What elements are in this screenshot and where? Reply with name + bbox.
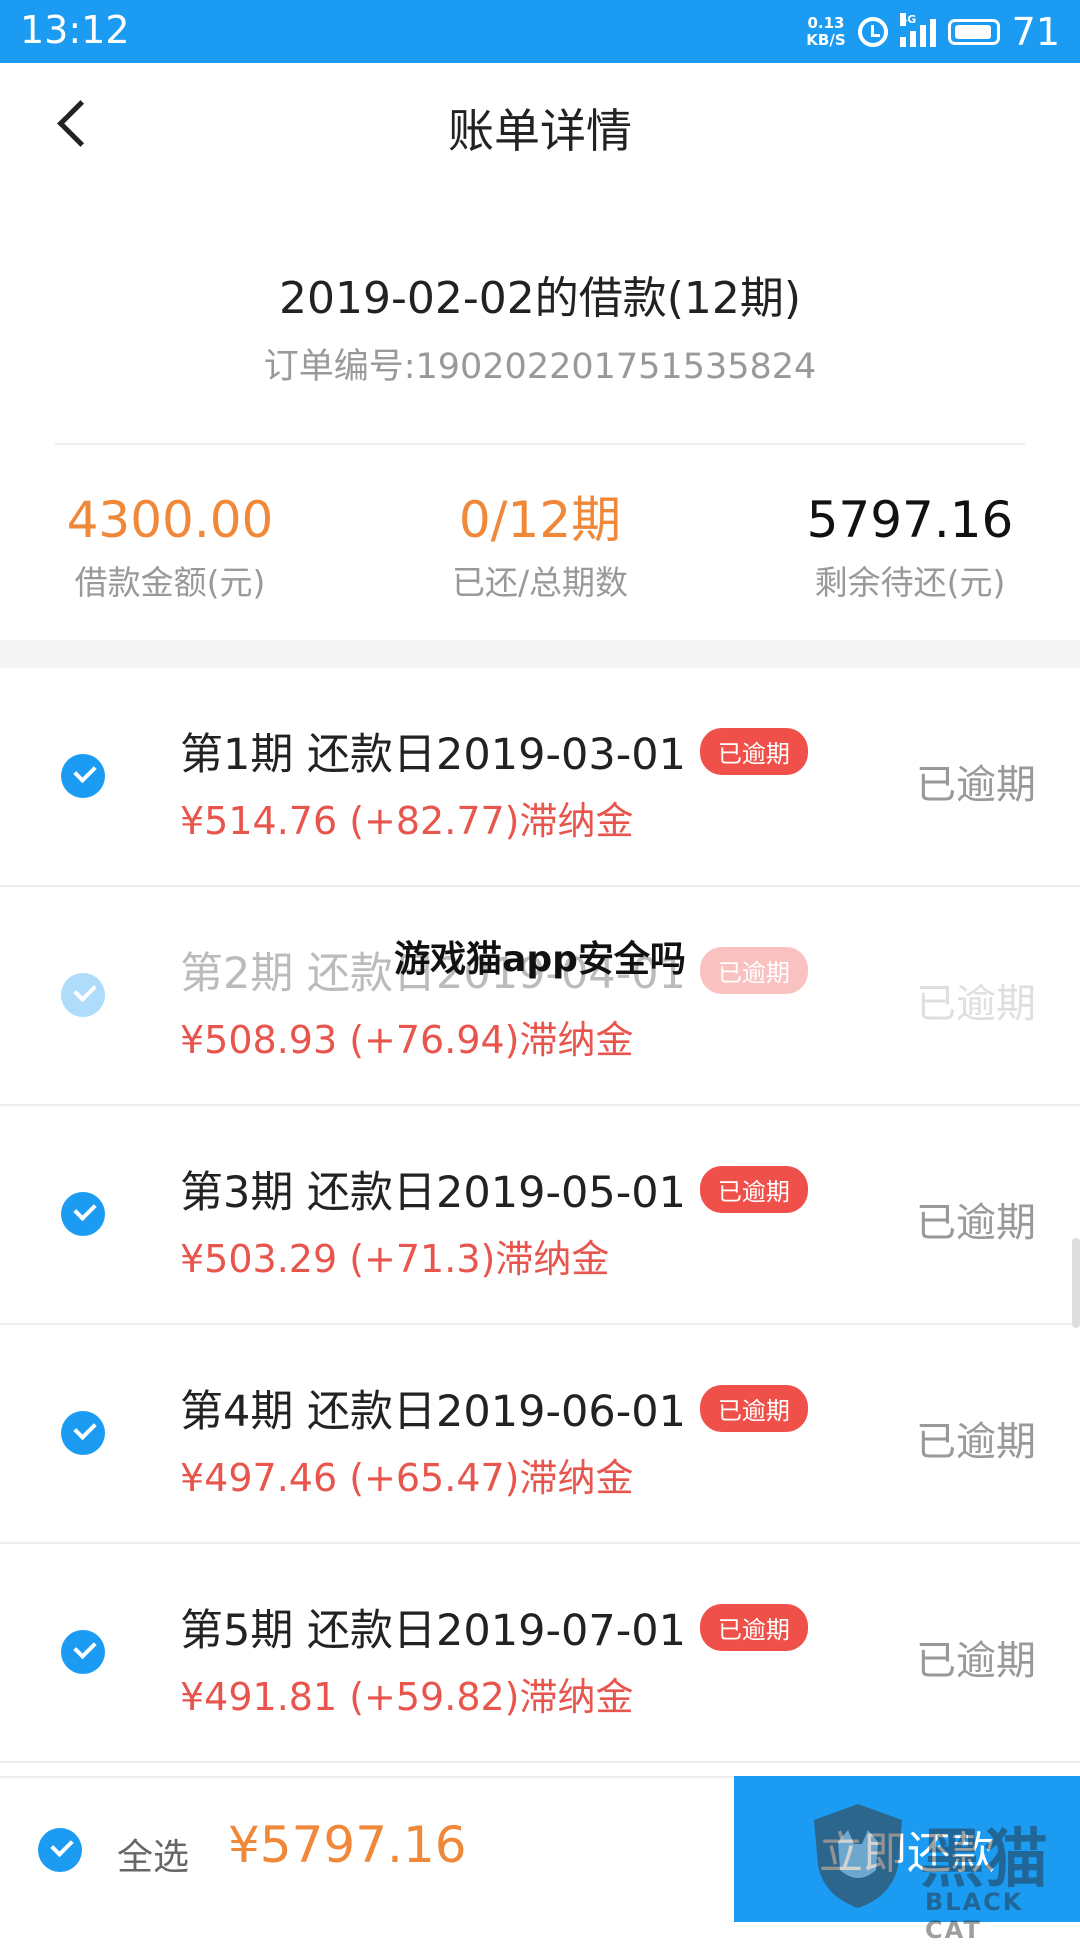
stat-value: 0/12期 xyxy=(458,491,622,549)
watermark-en: BLACK CAT xyxy=(925,1888,1024,1944)
overdue-badge: 已逾期 xyxy=(699,727,808,775)
installment-amount: ¥514.76 (+82.77)滞纳金 xyxy=(180,799,634,843)
loan-title: 2019-02-02的借款(12期) xyxy=(278,273,802,324)
stat-value: 4300.00 xyxy=(66,491,274,549)
black-cat-shield-logo xyxy=(814,1804,902,1908)
battery-level: 71 xyxy=(1011,10,1060,54)
stat-remaining: 5797.16 剩余待还(元) xyxy=(730,490,1080,604)
select-all-label[interactable]: 全选 xyxy=(117,1828,189,1880)
battery-icon xyxy=(947,19,1000,45)
checkbox-checked-icon[interactable] xyxy=(61,1630,105,1674)
stat-label: 借款金额(元) xyxy=(74,563,266,602)
select-all-checkbox-icon[interactable] xyxy=(38,1828,82,1872)
bottom-bar: 全选 ¥5797.16 立即还款 xyxy=(0,1776,1080,1922)
signal-icon: 4G xyxy=(899,13,936,47)
stat-periods: 0/12期 已还/总期数 xyxy=(360,490,720,604)
installment-status: 已逾期 xyxy=(916,1419,1036,1465)
alarm-icon xyxy=(857,17,888,47)
status-bar: 13:12 0.13 KB/S 4G 71 xyxy=(0,0,1080,63)
stat-value: 5797.16 xyxy=(806,491,1014,549)
installment-amount: ¥491.81 (+59.82)滞纳金 xyxy=(180,1675,634,1719)
overdue-badge: 已逾期 xyxy=(699,1603,808,1651)
nav-header: 账单详情 xyxy=(0,63,1080,185)
installment-amount: ¥497.46 (+65.47)滞纳金 xyxy=(180,1456,634,1500)
installment-amount: ¥508.93 (+76.94)滞纳金 xyxy=(180,1018,634,1062)
overlay-caption: 游戏猫app安全吗 xyxy=(394,939,686,980)
status-time: 13:12 xyxy=(20,8,130,52)
installment-amount: ¥503.29 (+71.3)滞纳金 xyxy=(180,1237,610,1281)
status-icons: 0.13 KB/S 4G 71 xyxy=(806,6,1060,58)
installment-row[interactable]: 第2期 还款日2019-04-01 已逾期 ¥508.93 (+76.94)滞纳… xyxy=(0,887,1080,1106)
stat-loan-amount: 4300.00 借款金额(元) xyxy=(0,490,350,604)
checkbox-checked-icon[interactable] xyxy=(61,1411,105,1455)
checkbox-checked-icon[interactable] xyxy=(61,754,105,798)
order-number: 订单编号:19020220175153582​4 xyxy=(263,347,817,387)
installment-list: 第1期 还款日2019-03-01 已逾期 ¥514.76 (+82.77)滞纳… xyxy=(0,668,1080,1763)
section-gap xyxy=(0,640,1080,668)
total-amount: ¥5797.16 xyxy=(228,1816,467,1874)
installment-row[interactable]: 第1期 还款日2019-03-01 已逾期 ¥514.76 (+82.77)滞纳… xyxy=(0,668,1080,887)
stat-label: 剩余待还(元) xyxy=(814,563,1006,602)
overdue-badge: 已逾期 xyxy=(699,1165,808,1213)
watermark-cn: 黑猫 xyxy=(920,1823,1048,1897)
network-type: 4G xyxy=(899,13,917,26)
installment-status: 已逾期 xyxy=(916,1200,1036,1246)
checkbox-checked-icon[interactable] xyxy=(61,1192,105,1236)
installment-title: 第3期 还款日2019-05-01 xyxy=(180,1168,686,1218)
installment-title: 第5期 还款日2019-07-01 xyxy=(180,1606,686,1656)
scrollbar[interactable] xyxy=(1072,1238,1080,1328)
installment-title: 第4期 还款日2019-06-01 xyxy=(180,1387,686,1437)
installment-status: 已逾期 xyxy=(916,1638,1036,1684)
installment-row[interactable]: 第4期 还款日2019-06-01 已逾期 ¥497.46 (+65.47)滞纳… xyxy=(0,1325,1080,1544)
stat-label: 已还/总期数 xyxy=(451,563,629,602)
overdue-badge: 已逾期 xyxy=(699,1384,808,1432)
network-speed: 0.13 KB/S xyxy=(806,14,846,49)
page-title: 账单详情 xyxy=(448,104,632,158)
installment-title: 第1期 还款日2019-03-01 xyxy=(180,730,686,780)
installment-status: 已逾期 xyxy=(916,762,1036,808)
installment-row[interactable]: 第5期 还款日2019-07-01 已逾期 ¥491.81 (+59.82)滞纳… xyxy=(0,1544,1080,1763)
installment-row[interactable]: 第3期 还款日2019-05-01 已逾期 ¥503.29 (+71.3)滞纳金… xyxy=(0,1106,1080,1325)
divider xyxy=(55,443,1025,445)
